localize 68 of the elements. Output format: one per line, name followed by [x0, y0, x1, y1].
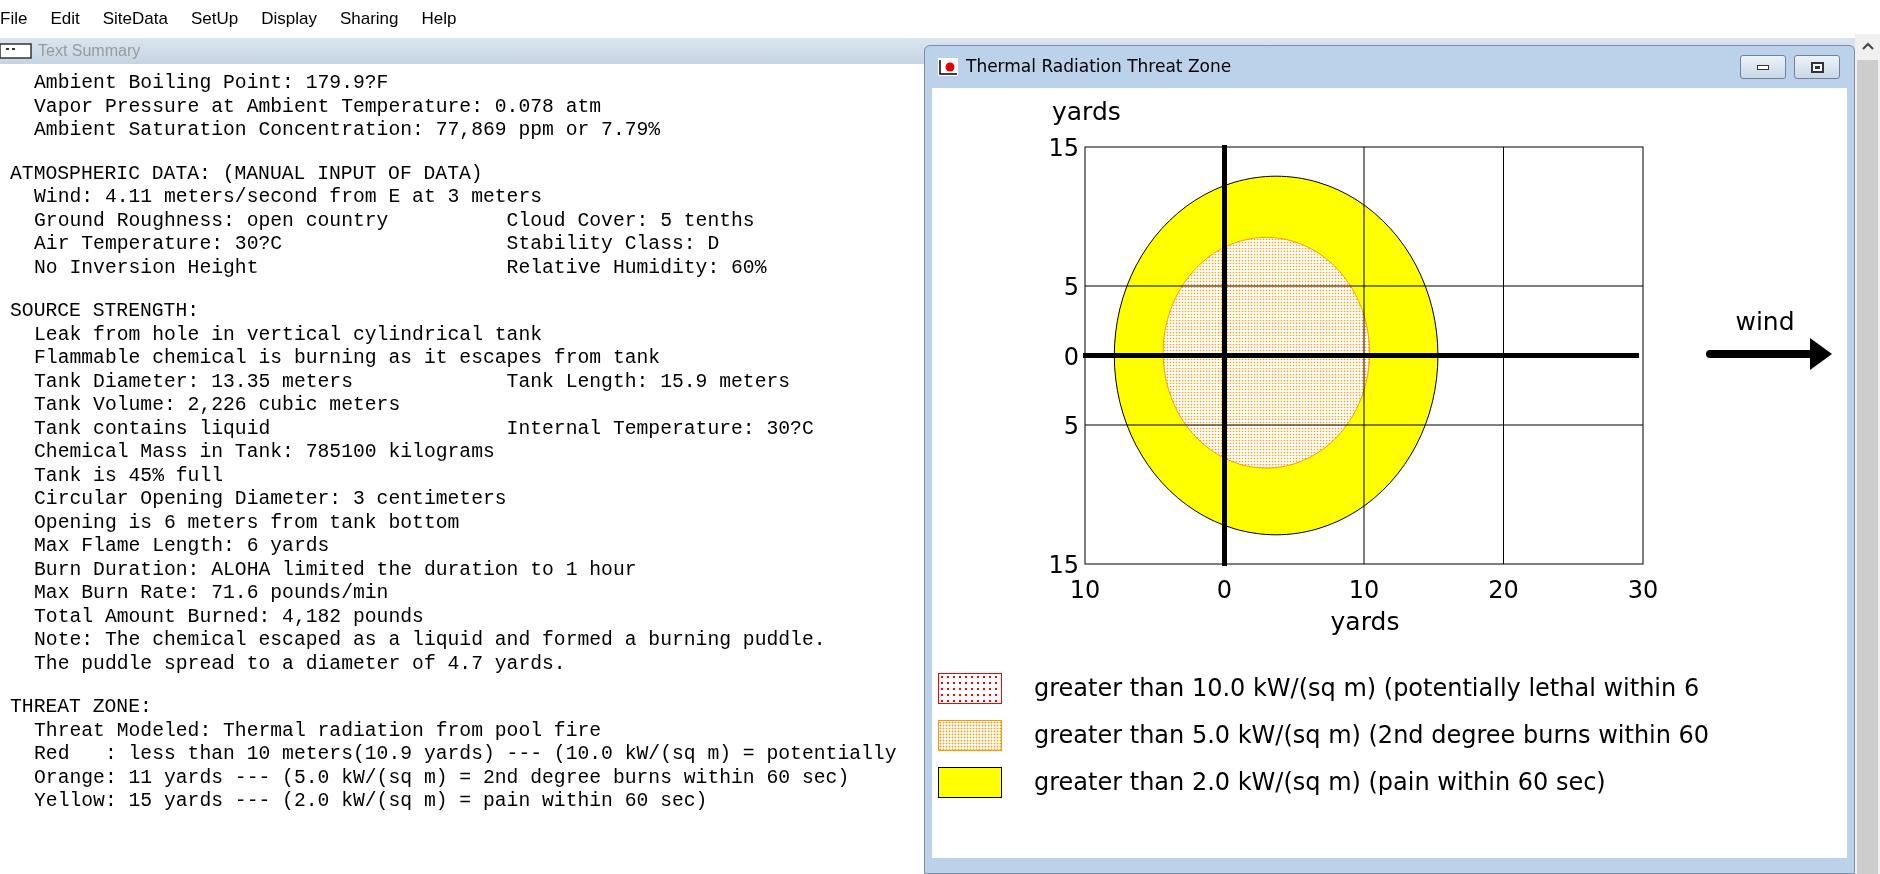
tick-label: 5 [1063, 412, 1079, 440]
menu-item[interactable]: SiteData [102, 6, 168, 32]
summary-line: Yellow: 15 yards --- (2.0 kW/(sq m) = pain within 60 sec) [34, 790, 708, 812]
summary-line: Cloud Cover: 5 tenths [506, 209, 755, 233]
scrollbar[interactable] [1855, 34, 1880, 874]
wind-label: wind [1735, 307, 1795, 336]
menu-item[interactable]: Sharing [339, 6, 399, 32]
chart-icon [938, 58, 958, 76]
summary-line: Note: The chemical escaped as a liquid and formed a burning puddle. [34, 629, 826, 651]
summary-line: Threat Modeled: Thermal radiation from pool fire [34, 719, 602, 742]
menu-item[interactable]: SetUp [190, 6, 239, 32]
summary-line: Ambient Boiling Point: 179.9?F [34, 72, 389, 94]
window-title: Thermal Radiation Threat Zone [966, 55, 1232, 79]
menu-item[interactable]: Edit [50, 6, 80, 32]
summary-line: Tank contains liquid [34, 417, 271, 440]
summary-line: Circular Opening Diameter: 3 centimeters [34, 488, 507, 510]
legend-label: greater than 5.0 kW/(sq m) (2nd degree burns within 60 [1034, 720, 1710, 751]
tick-label: 15 [1048, 134, 1079, 162]
menu-item[interactable]: File [0, 6, 28, 32]
tick-label: 30 [1627, 576, 1659, 604]
axis-label: yards [1052, 97, 1121, 126]
section-heading: SOURCE STRENGTH: [10, 300, 200, 324]
summary-line: Total Amount Burned: 4,182 pounds [34, 605, 424, 628]
tick-label: 5 [1063, 273, 1079, 301]
summary-line: Tank is 45% full [34, 464, 224, 487]
summary-line: Tank Volume: 2,226 cubic meters [34, 394, 401, 416]
summary-line: Ambient Saturation Concentration: 77,869 ppm or 7.79% [34, 119, 661, 141]
summary-line: Burn Duration: ALOHA limited the duration to 1 hour [34, 558, 637, 581]
summary-line: Leak from hole in vertical cylindrical tank [34, 323, 543, 346]
window-icon [0, 43, 32, 59]
menu-item[interactable]: Display [261, 6, 317, 32]
summary-line: No Inversion Height [34, 256, 259, 279]
minimize-button[interactable] [1740, 55, 1786, 79]
maximize-button[interactable] [1794, 55, 1840, 79]
tick-label: 0 [1063, 342, 1079, 371]
summary-line: Flammable chemical is burning as it escapes from tank [34, 347, 661, 369]
tick-label: 10 [1348, 576, 1380, 604]
summary-line: Wind: 4.11 meters/second from E at 3 meters [34, 186, 543, 208]
summary-line: The puddle spread to a diameter of 4.7 yards. [34, 652, 566, 675]
legend-label: greater than 10.0 kW/(sq m) (potentially lethal within 6 [1034, 673, 1700, 704]
window-title: Text Summary [38, 41, 141, 61]
summary-line: Tank Length: 15.9 meters [506, 370, 791, 394]
summary-line: Orange: 11 yards --- (5.0 kW/(sq m) = 2nd degree burns within 60 sec) [34, 766, 850, 789]
tick-label: 10 [1069, 576, 1101, 604]
scroll-up-icon[interactable] [1861, 42, 1874, 50]
summary-line: Internal Temperature: 30?C [506, 417, 814, 441]
tick-label: 15 [1048, 551, 1079, 579]
restore-icon [1810, 61, 1824, 73]
summary-line: Opening is 6 meters from tank bottom [34, 511, 460, 534]
summary-line: Air Temperature: 30?C [34, 233, 283, 255]
summary-line: Stability Class: D [506, 233, 720, 257]
summary-line: Max Flame Length: 6 yards [34, 535, 330, 557]
summary-line: Red : less than 10 meters(10.9 yards) --- (10.0 kW/(sq m) = potentially [34, 743, 897, 765]
summary-line: Relative Humidity: 60% [506, 256, 767, 280]
legend-label: greater than 2.0 kW/(sq m) (pain within 60 sec) [1034, 767, 1606, 798]
minimize-icon [1757, 64, 1769, 70]
tick-label: 20 [1488, 576, 1519, 604]
summary-line: Vapor Pressure at Ambient Temperature: 0.078 atm [34, 95, 602, 118]
axis-label: yards [1330, 607, 1400, 636]
summary-line: Chemical Mass in Tank: 785100 kilograms [34, 441, 495, 463]
summary-line: Tank Diameter: 13.35 meters [34, 370, 353, 393]
tick-label: 0 [1216, 576, 1233, 604]
summary-line: Ground Roughness: open country [34, 209, 389, 232]
summary-line: Max Burn Rate: 71.6 pounds/min [34, 582, 389, 604]
section-heading: THREAT ZONE: [10, 696, 152, 720]
section-heading: ATMOSPHERIC DATA: (MANUAL INPUT OF DATA) [10, 162, 483, 186]
scroll-thumb[interactable] [1857, 60, 1878, 874]
menu-item[interactable]: Help [421, 6, 457, 32]
